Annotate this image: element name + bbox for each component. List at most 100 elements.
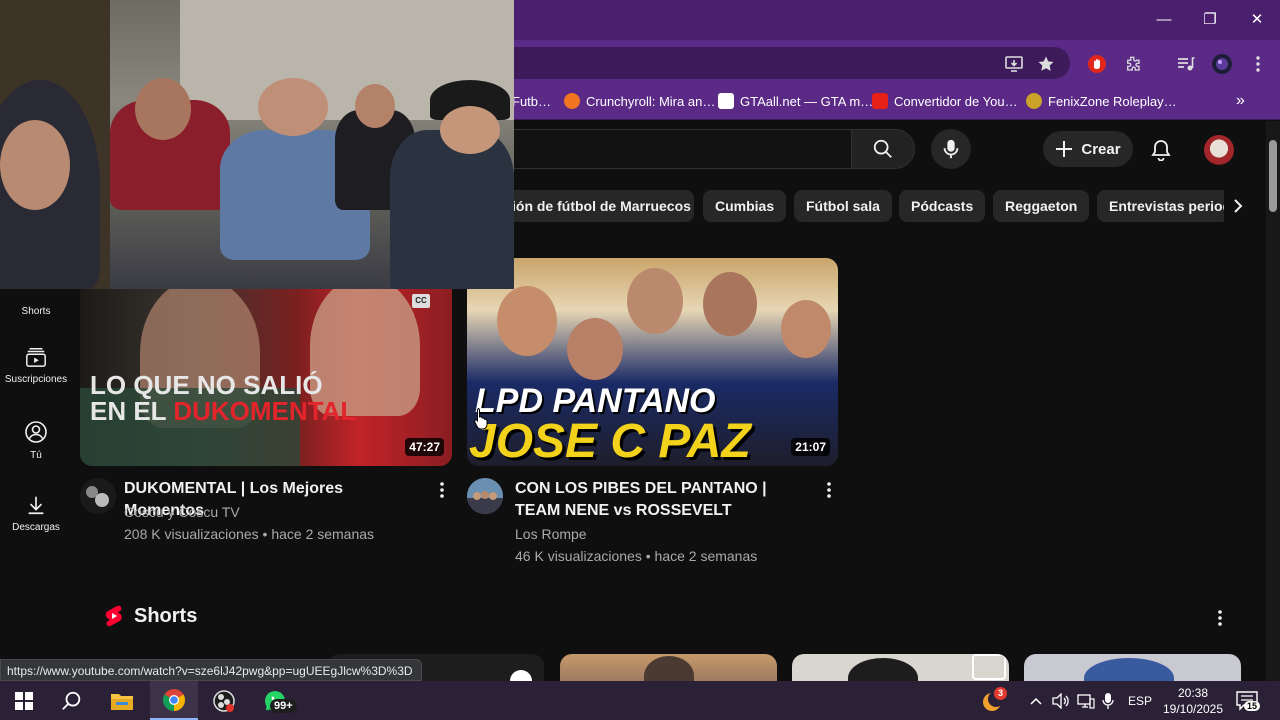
webcam-overlay — [0, 0, 514, 289]
chip-futbol-marruecos[interactable]: ión de fútbol de Marruecos — [500, 190, 694, 222]
video-duration: 21:07 — [791, 438, 830, 456]
video-stats: 208 K visualizaciones • hace 2 semanas — [124, 526, 375, 542]
bell-icon — [1151, 140, 1171, 161]
chevron-right-icon — [1234, 199, 1243, 213]
nav-label: Suscripciones — [4, 374, 68, 385]
obs-icon — [213, 689, 235, 712]
extensions-puzzle-icon[interactable] — [1121, 52, 1145, 76]
bookmark-label: Futb… — [512, 93, 552, 109]
chip-cumbias[interactable]: Cumbias — [703, 190, 787, 222]
search-button[interactable] — [851, 129, 915, 169]
bookmark-crunchyroll[interactable]: Crunchyroll: Mira an… — [564, 92, 715, 110]
media-control-icon[interactable] — [1174, 52, 1198, 76]
microphone-icon — [943, 139, 959, 159]
whatsapp-taskbar-button[interactable]: 99+ — [250, 681, 300, 720]
show-hidden-icons-button[interactable] — [1030, 681, 1042, 720]
create-label: Crear — [1081, 140, 1121, 158]
person-face — [703, 272, 757, 336]
taskbar-search-button[interactable] — [48, 681, 96, 720]
chip-entrevistas[interactable]: Entrevistas period — [1097, 190, 1229, 222]
bookmark-label: FenixZone Roleplay… — [1048, 93, 1177, 109]
bookmark-label: Crunchyroll: Mira an… — [586, 93, 716, 109]
file-explorer-button[interactable] — [98, 681, 146, 720]
nav-label: Shorts — [21, 306, 51, 317]
bookmark-futbol[interactable]: Futb… — [512, 92, 551, 110]
search-icon — [62, 691, 81, 710]
maximize-button[interactable]: ❐ — [1198, 8, 1222, 32]
install-app-icon[interactable] — [1002, 52, 1026, 76]
bookmark-fenixzone[interactable]: FenixZone Roleplay… — [1026, 92, 1177, 110]
channel-name[interactable]: Coscu y Coscu TV — [124, 502, 240, 522]
clock-date: 19/10/2025 — [1162, 701, 1224, 716]
channel-name[interactable]: Los Rompe — [515, 524, 587, 544]
shorts-section-header: Shorts — [104, 604, 197, 628]
start-button[interactable] — [0, 681, 48, 720]
close-window-button[interactable]: ✕ — [1245, 8, 1269, 32]
thumbnail-title-line-1: LPD PANTANO — [475, 382, 716, 420]
language-indicator[interactable]: ESP — [1128, 681, 1152, 720]
chrome-taskbar-button[interactable] — [150, 681, 198, 720]
channel-avatar[interactable] — [80, 478, 116, 514]
video-options-button[interactable] — [430, 478, 454, 502]
scrollbar-thumb[interactable] — [1269, 140, 1277, 212]
video-thumbnail[interactable]: LPD PANTANO JOSE C PAZ 21:07 — [467, 258, 838, 466]
user-circle-icon — [25, 421, 47, 443]
download-icon — [28, 496, 44, 515]
address-bar[interactable] — [480, 47, 1070, 79]
bookmarks-overflow-button[interactable]: » — [1236, 92, 1245, 110]
nav-label: Tú — [30, 450, 42, 461]
weather-widget[interactable]: 3 — [980, 681, 1007, 720]
microphone-icon — [1102, 692, 1114, 709]
face — [440, 106, 500, 154]
bookmark-gtaall[interactable]: GTAall.net — GTA m… — [718, 92, 873, 110]
thumbnail-line-2b: DUKOMENTAL — [173, 396, 357, 426]
person-face — [567, 318, 623, 380]
search-input[interactable] — [480, 129, 852, 169]
network-icon — [1077, 693, 1095, 709]
shorts-logo-icon — [105, 605, 122, 627]
video-title[interactable]: CON LOS PIBES DEL PANTANO | TEAM NENE vs… — [515, 478, 815, 522]
account-avatar[interactable] — [1204, 135, 1234, 165]
speaker-icon — [1052, 692, 1069, 709]
voice-search-button[interactable] — [931, 129, 971, 169]
network-button[interactable] — [1077, 681, 1095, 720]
channel-avatar[interactable] — [467, 478, 503, 514]
obs-taskbar-button[interactable] — [200, 681, 248, 720]
minimize-button[interactable]: — — [1152, 8, 1176, 32]
nav-shorts[interactable]: Shorts — [0, 286, 72, 317]
nav-label: Descargas — [12, 522, 60, 533]
notification-center-button[interactable]: 15 — [1236, 681, 1261, 720]
chip-podcasts[interactable]: Pódcasts — [899, 190, 986, 222]
volume-button[interactable] — [1052, 681, 1070, 720]
create-button[interactable]: Crear — [1043, 131, 1133, 167]
bookmark-star-icon[interactable] — [1034, 52, 1058, 76]
thumbnail-line-1: LO QUE NO SALIÓ — [90, 370, 323, 400]
microphone-tray-button[interactable] — [1102, 681, 1114, 720]
browser-menu-icon[interactable] — [1246, 52, 1270, 76]
shorts-options-button[interactable] — [1208, 606, 1232, 630]
bookmark-label: Convertidor de You… — [894, 93, 1018, 109]
video-duration: 47:27 — [405, 438, 444, 456]
notifications-button[interactable] — [1146, 135, 1176, 165]
more-vert-icon — [827, 482, 831, 498]
video-options-button[interactable] — [817, 478, 841, 502]
fenixzone-icon — [1026, 93, 1042, 109]
chips-next-button[interactable] — [1224, 190, 1252, 222]
chevron-up-icon — [1030, 697, 1042, 705]
profile-avatar-icon[interactable] — [1210, 52, 1234, 76]
face — [258, 78, 328, 136]
clock-time: 20:38 — [1177, 685, 1209, 700]
hand-cursor-icon — [474, 408, 488, 429]
video-stats: 46 K visualizaciones • hace 2 semanas — [515, 548, 758, 564]
more-vert-icon — [440, 482, 444, 498]
nav-downloads[interactable]: Descargas — [0, 494, 72, 533]
adblock-extension-icon[interactable] — [1085, 52, 1109, 76]
clock[interactable]: 20:38 19/10/2025 — [1160, 681, 1226, 720]
thumbnail-line-2a: EN EL — [90, 396, 174, 426]
nav-you[interactable]: Tú — [0, 420, 72, 461]
chip-reggaeton[interactable]: Reggaeton — [993, 190, 1090, 222]
video-thumbnail[interactable]: CC LO QUE NO SALIÓ EN EL DUKOMENTAL 47:2… — [80, 258, 452, 466]
chip-futbol-sala[interactable]: Fútbol sala — [794, 190, 892, 222]
nav-subscriptions[interactable]: Suscripciones — [0, 346, 72, 385]
bookmark-convertidor[interactable]: Convertidor de You… — [872, 92, 1018, 110]
